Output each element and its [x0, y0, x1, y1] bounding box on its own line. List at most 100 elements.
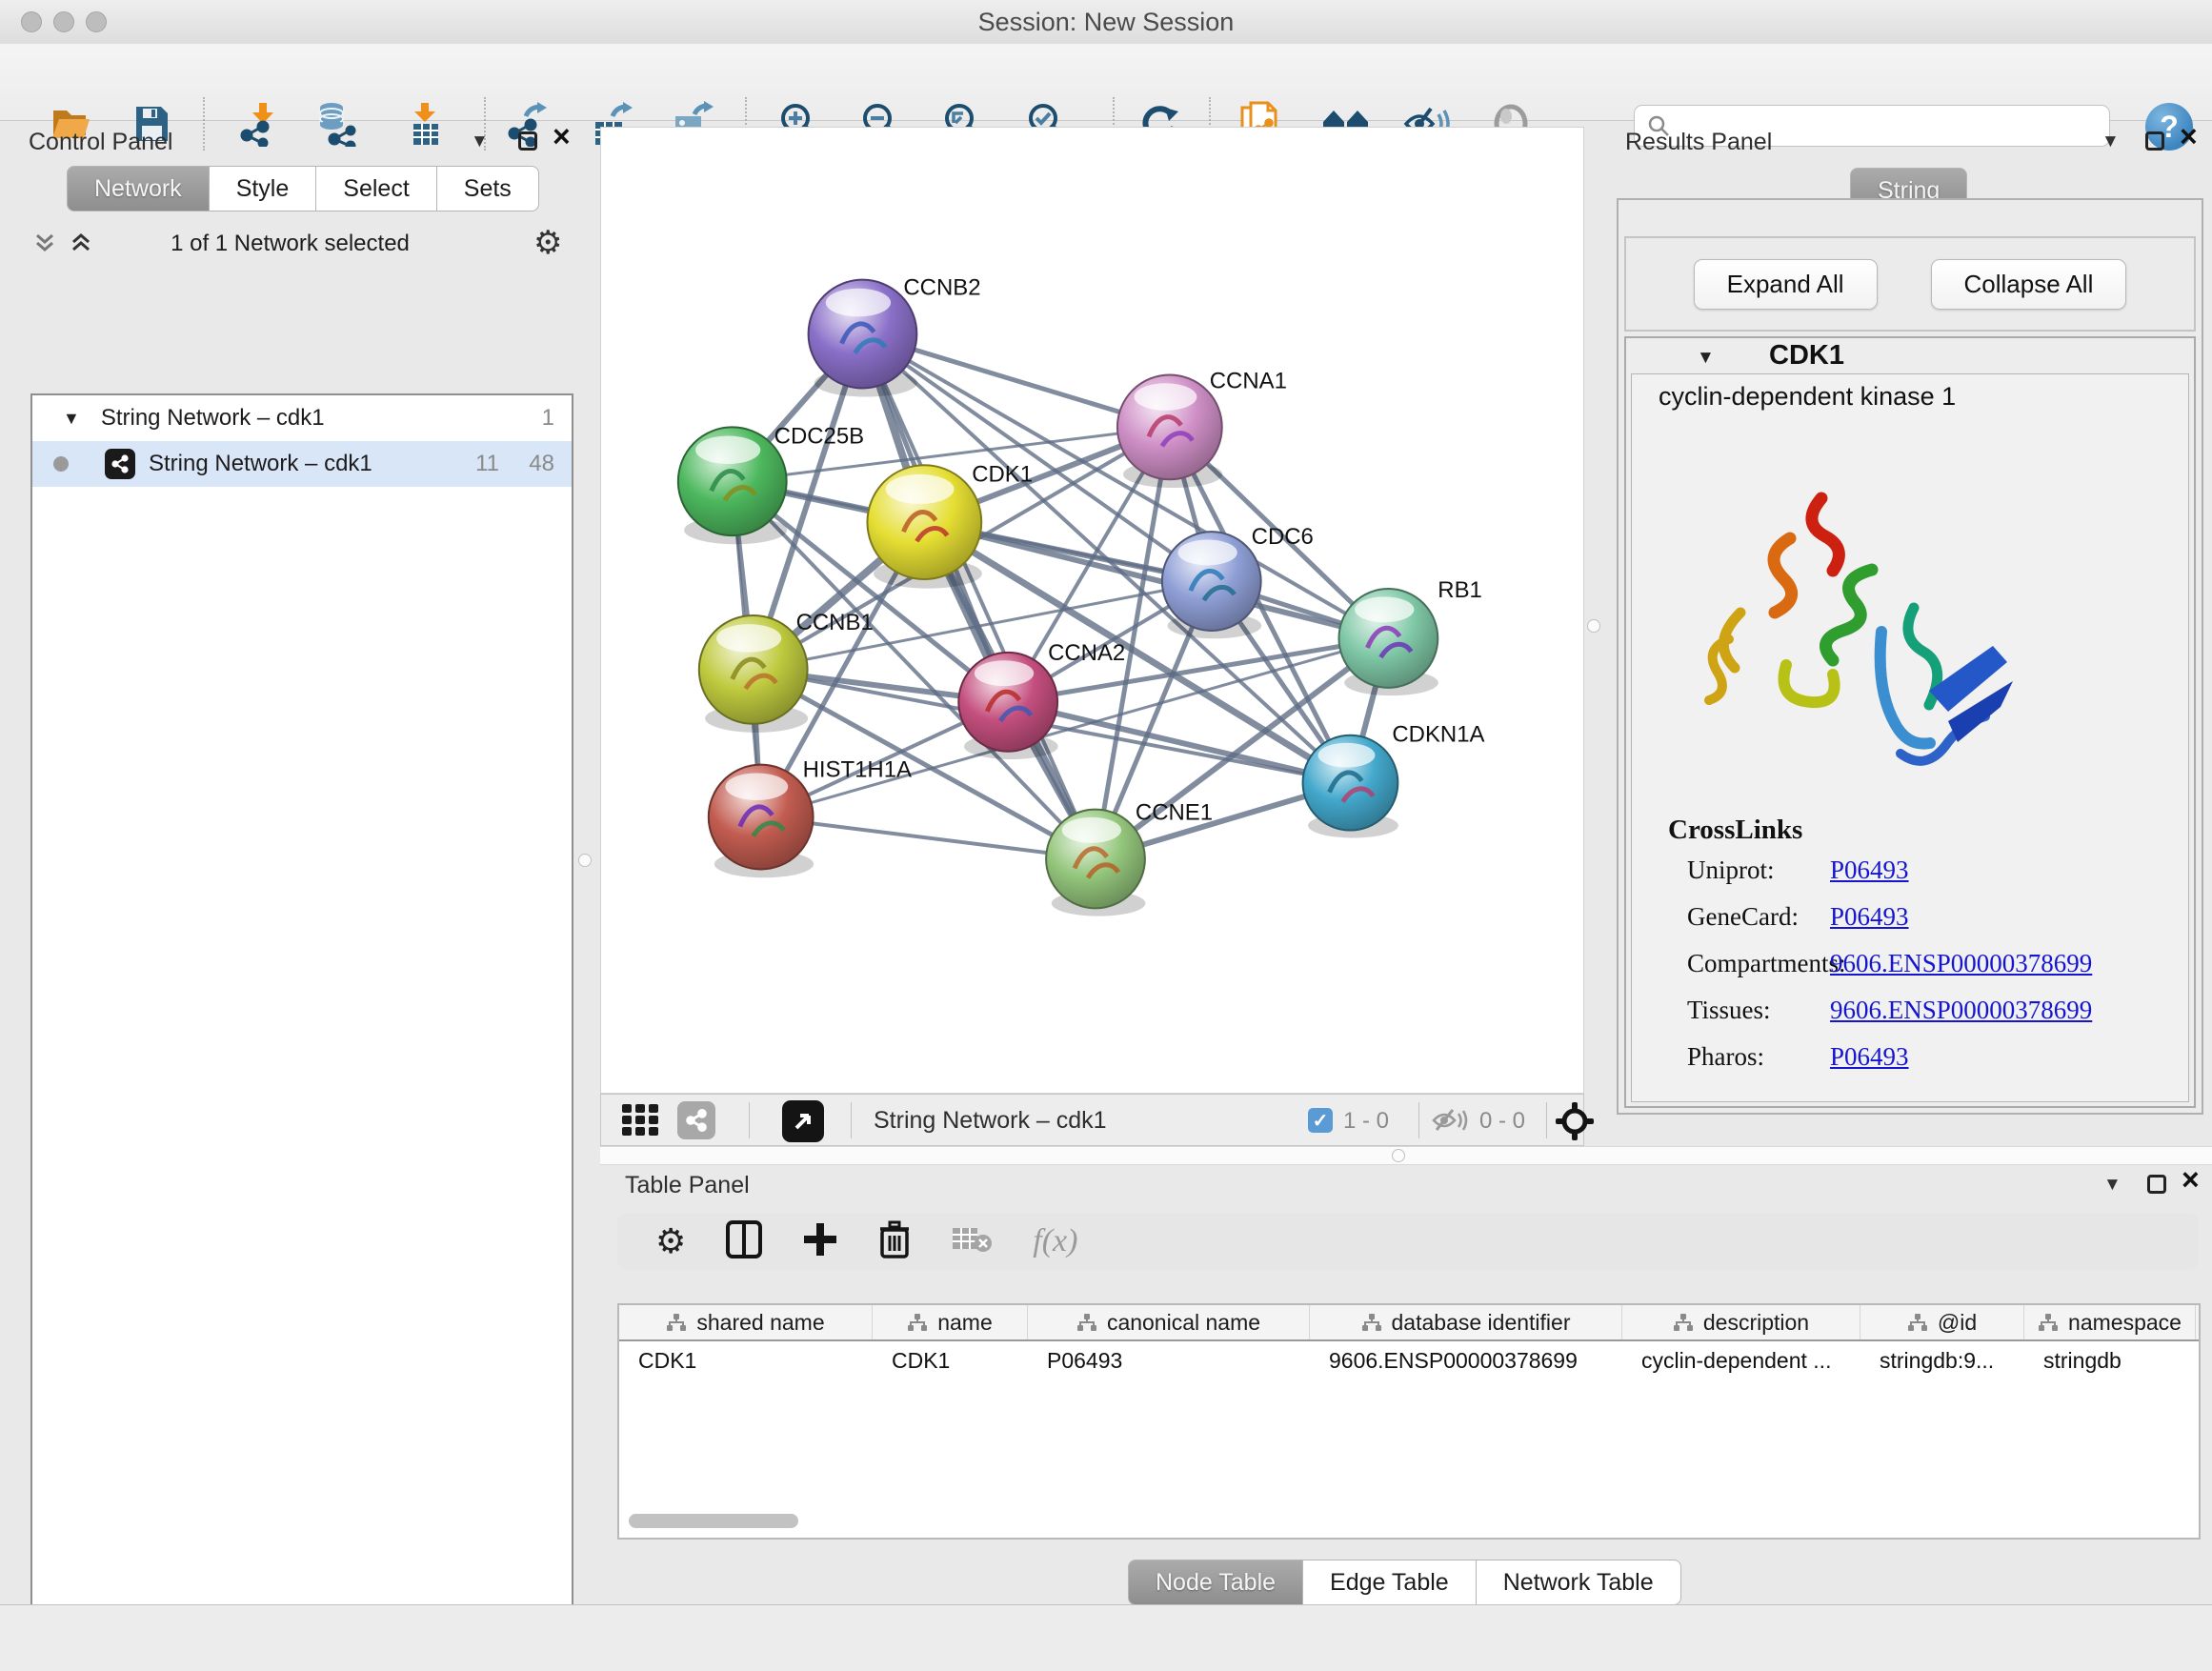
crosslink-pharos-[interactable]: P06493 — [1830, 1042, 1909, 1072]
tab-network-table[interactable]: Network Table — [1477, 1560, 1681, 1605]
tab-network[interactable]: Network — [67, 166, 210, 211]
network-options-gear-icon[interactable]: ⚙ — [533, 224, 562, 262]
crosslink-uniprot-[interactable]: P06493 — [1830, 856, 1909, 885]
edge-CDK1-RB1[interactable] — [924, 522, 1388, 638]
close-panel-icon[interactable]: × — [553, 126, 571, 147]
show-columns-icon[interactable] — [726, 1220, 762, 1263]
column-header--id[interactable]: @id — [1860, 1305, 2024, 1339]
right-splitter-handle[interactable] — [1587, 619, 1600, 633]
add-column-icon[interactable] — [802, 1221, 838, 1262]
table-toolbar: ⚙ f(x) — [617, 1213, 2199, 1270]
hidden-node-edge-count: 0 - 0 — [1479, 1108, 1525, 1135]
protein-entry-body: cyclin-dependent kinase 1 CrossLinks Uni… — [1631, 373, 2189, 1102]
delete-table-icon[interactable] — [951, 1224, 993, 1259]
title-bar: Session: New Session — [0, 0, 2212, 45]
table-panel-tabs: Node TableEdge TableNetwork Table — [1128, 1560, 1681, 1605]
delete-column-trash-icon[interactable] — [878, 1220, 911, 1263]
crosslinks-list: Uniprot:P06493GeneCard:P06493Compartment… — [1687, 856, 2173, 1089]
main-toolbar: ? — [0, 44, 2212, 121]
crosslink-row: Compartments:9606.ENSP00000378699 — [1687, 949, 2173, 978]
node-CCNB2[interactable]: CCNB2 — [809, 275, 981, 397]
crosslink-compartments-[interactable]: 9606.ENSP00000378699 — [1830, 949, 2092, 978]
tab-style[interactable]: Style — [210, 166, 317, 211]
birds-eye-view-icon[interactable] — [782, 1100, 824, 1142]
column-label: namespace — [2068, 1310, 2182, 1336]
fit-content-crosshair-icon[interactable] — [1556, 1102, 1594, 1145]
close-panel-icon[interactable]: × — [2182, 1169, 2200, 1190]
tab-sets[interactable]: Sets — [437, 166, 539, 211]
network-selection-status: 1 of 1 Network selected — [11, 231, 569, 257]
node-HIST1H1A[interactable]: HIST1H1A — [709, 757, 912, 878]
tab-select[interactable]: Select — [316, 166, 436, 211]
selected-node-edge-count: 1 - 0 — [1343, 1108, 1389, 1135]
network-collection-row[interactable]: ▼ String Network – cdk1 1 — [32, 395, 572, 441]
entry-disclosure-icon[interactable]: ▼ — [1697, 348, 1715, 369]
network-view-canvas[interactable]: CCNB2CCNA1CDC25BCDK1CDC6RB1CCNB1CCNA2CDK… — [600, 127, 1584, 1094]
panel-menu-icon[interactable]: ▼ — [2101, 131, 2120, 152]
crosslink-label: Tissues: — [1687, 996, 1830, 1025]
node-label-CDKN1A: CDKN1A — [1392, 722, 1484, 748]
column-header-namespace[interactable]: namespace — [2024, 1305, 2196, 1339]
close-panel-icon[interactable]: × — [2180, 126, 2198, 147]
footer-separator — [1418, 1102, 1419, 1138]
protein-structure-image — [1674, 470, 2045, 784]
crosslink-genecard-[interactable]: P06493 — [1830, 902, 1909, 932]
node-CCNA1[interactable]: CCNA1 — [1117, 368, 1287, 488]
column-header-shared-name[interactable]: shared name — [619, 1305, 873, 1339]
table-row[interactable]: CDK1CDK1P064939606.ENSP00000378699cyclin… — [619, 1341, 2199, 1379]
function-builder-icon[interactable]: f(x) — [1033, 1223, 1077, 1259]
crosslinks-heading: CrossLinks — [1668, 815, 1802, 846]
network-list: ▼ String Network – cdk1 1 String Network… — [30, 393, 573, 1671]
control-panel: Control Panel ▼ × NetworkStyleSelectSets… — [11, 124, 569, 1581]
column-header-database-identifier[interactable]: database identifier — [1310, 1305, 1622, 1339]
network-row-selected[interactable]: String Network – cdk1 11 48 — [32, 441, 572, 487]
column-header-description[interactable]: description — [1622, 1305, 1860, 1339]
cell--id: stringdb:9... — [1860, 1341, 2024, 1379]
float-panel-icon[interactable] — [2147, 1175, 2166, 1194]
node-CCNA2[interactable]: CCNA2 — [958, 640, 1125, 759]
table-panel-title: Table Panel — [625, 1172, 750, 1199]
window-title: Session: New Session — [0, 8, 2212, 37]
horizontal-splitter[interactable] — [600, 1146, 2212, 1165]
node-RB1[interactable]: RB1 — [1338, 577, 1481, 695]
selected-checkbox-icon[interactable]: ✓ — [1308, 1108, 1333, 1133]
column-label: canonical name — [1107, 1310, 1260, 1336]
cell-name: CDK1 — [873, 1341, 1028, 1379]
tab-edge-table[interactable]: Edge Table — [1303, 1560, 1477, 1605]
column-label: @id — [1938, 1310, 1977, 1336]
hidden-eye-slash-icon[interactable] — [1432, 1106, 1470, 1139]
left-splitter-handle[interactable] — [578, 854, 592, 867]
column-header-canonical-name[interactable]: canonical name — [1028, 1305, 1310, 1339]
collapse-all-button[interactable]: Collapse All — [1931, 259, 2127, 310]
string-network-graph[interactable]: CCNB2CCNA1CDC25BCDK1CDC6RB1CCNB1CCNA2CDK… — [601, 128, 1583, 1093]
crosslink-row: Tissues:9606.ENSP00000378699 — [1687, 996, 2173, 1025]
edge-CCNA2-CDKN1A[interactable] — [1008, 702, 1350, 783]
crosslink-label: Pharos: — [1687, 1042, 1830, 1072]
column-label: shared name — [696, 1310, 824, 1336]
float-panel-icon[interactable] — [518, 131, 537, 151]
node-label-RB1: RB1 — [1438, 577, 1482, 603]
table-horizontal-scrollbar[interactable] — [629, 1514, 798, 1528]
protein-entry-name: CDK1 — [1769, 340, 1844, 372]
tab-node-table[interactable]: Node Table — [1128, 1560, 1303, 1605]
crosslink-row: Uniprot:P06493 — [1687, 856, 2173, 885]
panel-menu-icon[interactable]: ▼ — [471, 131, 489, 152]
expand-all-button[interactable]: Expand All — [1694, 259, 1878, 310]
table-settings-gear-icon[interactable]: ⚙ — [655, 1221, 686, 1261]
crosslink-tissues-[interactable]: 9606.ENSP00000378699 — [1830, 996, 2092, 1025]
collection-disclosure-icon[interactable]: ▼ — [63, 409, 80, 429]
node-CCNE1[interactable]: CCNE1 — [1046, 800, 1213, 916]
node-CCNB1[interactable]: CCNB1 — [699, 610, 874, 733]
node-CDK1[interactable]: CDK1 — [867, 461, 1033, 588]
grid-view-icon[interactable] — [622, 1104, 660, 1141]
panel-menu-icon[interactable]: ▼ — [2103, 1175, 2122, 1196]
table-body: CDK1CDK1P064939606.ENSP00000378699cyclin… — [619, 1341, 2199, 1379]
cell-namespace: stringdb — [2024, 1341, 2196, 1379]
node-CDKN1A[interactable]: CDKN1A — [1303, 722, 1485, 838]
column-header-name[interactable]: name — [873, 1305, 1028, 1339]
node-label-CCNA2: CCNA2 — [1048, 640, 1125, 666]
float-panel-icon[interactable] — [2145, 131, 2164, 151]
footer-separator — [749, 1102, 750, 1138]
horizontal-splitter-handle[interactable] — [1392, 1149, 1405, 1162]
network-share-view-icon[interactable] — [677, 1101, 715, 1139]
